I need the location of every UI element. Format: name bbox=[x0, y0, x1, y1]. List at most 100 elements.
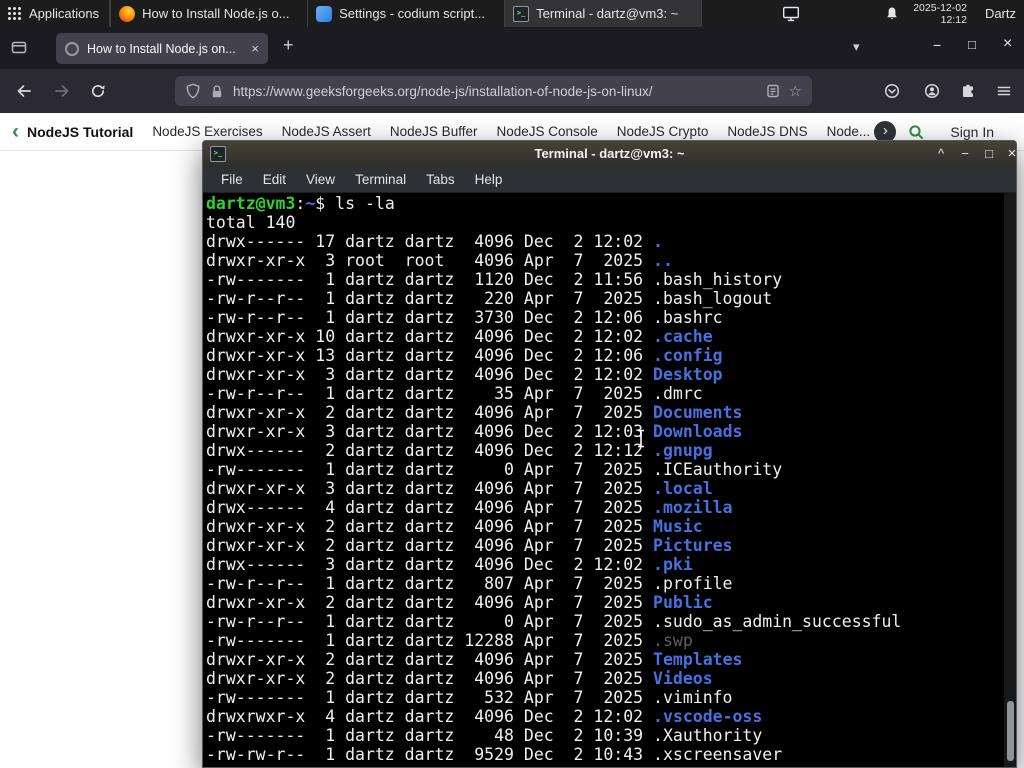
site-nav-link[interactable]: NodeJS Crypto bbox=[617, 124, 709, 139]
terminal-shade-button[interactable]: ^ bbox=[932, 141, 950, 167]
terminal-close-button[interactable]: × bbox=[1003, 141, 1021, 167]
terminal-text-segment: drwxr-xr-x 2 dartz dartz 4096 Apr 7 2025 bbox=[206, 536, 654, 555]
terminal-line: drwxr-xr-x 3 root root 4096 Apr 7 2025 .… bbox=[206, 251, 1003, 270]
terminal-minimize-button[interactable]: − bbox=[956, 141, 974, 167]
terminal-text-segment: drwxr-xr-x 13 dartz dartz 4096 Dec 2 12:… bbox=[206, 346, 654, 365]
terminal-text-segment: -rw-r--r-- 1 dartz dartz 3730 Dec 2 12:0… bbox=[206, 308, 723, 327]
terminal-text-segment: Templates bbox=[653, 650, 743, 669]
site-nav-link[interactable]: NodeJS Exercises bbox=[152, 124, 262, 139]
browser-minimize-button[interactable]: − bbox=[933, 37, 941, 53]
bookmark-star-icon[interactable]: ☆ bbox=[789, 82, 802, 100]
terminal-line: drwxr-xr-x 2 dartz dartz 4096 Apr 7 2025… bbox=[206, 536, 1003, 555]
forward-icon[interactable] bbox=[54, 83, 70, 99]
terminal-titlebar[interactable]: >_ Terminal - dartz@vm3: ~ ^ − □ × bbox=[203, 141, 1016, 167]
back-icon[interactable] bbox=[16, 83, 32, 99]
extensions-puzzle-icon[interactable] bbox=[960, 83, 976, 99]
site-nav-link[interactable]: NodeJS DNS bbox=[727, 124, 807, 139]
terminal-text-segment: Documents bbox=[653, 403, 743, 422]
display-tray-icon[interactable] bbox=[782, 6, 800, 22]
lock-icon[interactable] bbox=[209, 84, 225, 99]
taskbar-button-title: How to Install Node.js o... bbox=[142, 6, 290, 21]
terminal-menu-tabs[interactable]: Tabs bbox=[416, 172, 465, 187]
terminal-text-segment: -rw------- 1 dartz dartz 1120 Dec 2 11:5… bbox=[206, 270, 783, 289]
terminal-menubar: File Edit View Terminal Tabs Help bbox=[203, 167, 1016, 193]
terminal-output[interactable]: dartz@vm3:~$ ls -la total 140 drwx------ 1… bbox=[204, 193, 1003, 767]
browser-tab[interactable]: How to Install Node.js on... × bbox=[56, 33, 268, 64]
terminal-menu-edit[interactable]: Edit bbox=[253, 172, 296, 187]
terminal-line: -rw------- 1 dartz dartz 12288 Apr 7 202… bbox=[206, 631, 1003, 650]
terminal-text-segment: drwxr-xr-x 10 dartz dartz 4096 Dec 2 12:… bbox=[206, 327, 654, 346]
terminal-text-segment: drwx------ 2 dartz dartz 4096 Dec 2 12:1… bbox=[206, 441, 654, 460]
tab-favicon-icon bbox=[65, 41, 79, 56]
terminal-menu-view[interactable]: View bbox=[296, 172, 345, 187]
terminal-line: drwxr-xr-x 2 dartz dartz 4096 Apr 7 2025… bbox=[206, 669, 1003, 688]
terminal-title: Terminal - dartz@vm3: ~ bbox=[534, 146, 685, 161]
browser-maximize-button[interactable]: □ bbox=[968, 37, 976, 52]
terminal-maximize-button[interactable]: □ bbox=[980, 141, 998, 167]
terminal-text-segment: ~ bbox=[305, 194, 316, 213]
applications-menu-button[interactable]: Applications bbox=[0, 0, 109, 27]
applications-grid-icon bbox=[8, 7, 21, 20]
terminal-line: -rw------- 1 dartz dartz 532 Apr 7 2025 … bbox=[206, 688, 1003, 707]
sign-in-button[interactable]: Sign In bbox=[950, 124, 994, 140]
terminal-text-segment: .swp bbox=[653, 631, 693, 650]
terminal-text-segment: -rw------- 1 dartz dartz 12288 Apr 7 202… bbox=[206, 631, 654, 650]
taskbar-button-terminal[interactable]: >_ Terminal - dartz@vm3: ~ bbox=[504, 0, 702, 27]
taskbar-button-firefox[interactable]: How to Install Node.js o... bbox=[110, 0, 307, 27]
panel-username[interactable]: Dartz bbox=[985, 6, 1016, 21]
terminal-text-segment: : bbox=[295, 194, 306, 213]
terminal-text-segment: drwxr-xr-x 3 dartz dartz 4096 Dec 2 12:0… bbox=[206, 365, 654, 384]
terminal-scrollbar-thumb[interactable] bbox=[1007, 701, 1014, 761]
search-icon[interactable] bbox=[908, 124, 924, 140]
tab-close-icon[interactable]: × bbox=[251, 41, 259, 56]
account-icon[interactable] bbox=[924, 83, 940, 99]
terminal-text-segment: drwxr-xr-x 2 dartz dartz 4096 Apr 7 2025 bbox=[206, 517, 654, 536]
terminal-text-segment: drwxr-xr-x 2 dartz dartz 4096 Apr 7 2025 bbox=[206, 669, 654, 688]
terminal-text-segment: .cache bbox=[653, 327, 713, 346]
terminal-line: -rw-r--r-- 1 dartz dartz 35 Apr 7 2025 .… bbox=[206, 384, 1003, 403]
terminal-line: -rw-r--r-- 1 dartz dartz 0 Apr 7 2025 .s… bbox=[206, 612, 1003, 631]
terminal-line: -rw-rw-r-- 1 dartz dartz 9529 Dec 2 10:4… bbox=[206, 745, 1003, 764]
terminal-text-segment: -rw------- 1 dartz dartz 48 Dec 2 10:39 … bbox=[206, 726, 763, 745]
taskbar: How to Install Node.js o... Settings - co… bbox=[110, 0, 703, 27]
site-nav-link[interactable]: NodeJS Assert bbox=[282, 124, 371, 139]
firefox-view-icon[interactable] bbox=[10, 39, 28, 56]
terminal-line: drwx------ 3 dartz dartz 4096 Dec 2 12:0… bbox=[206, 555, 1003, 574]
site-nav-link[interactable]: NodeJS Buffer bbox=[390, 124, 478, 139]
terminal-line: -rw------- 1 dartz dartz 48 Dec 2 10:39 … bbox=[206, 726, 1003, 745]
reader-view-icon[interactable] bbox=[765, 83, 781, 99]
terminal-text-segment: .vscode-oss bbox=[653, 707, 763, 726]
panel-clock[interactable]: 2025-12-02 12:12 bbox=[913, 2, 967, 26]
terminal-line: drwx------ 17 dartz dartz 4096 Dec 2 12:… bbox=[206, 232, 1003, 251]
site-nav-link[interactable]: NodeJS Tutorial bbox=[27, 124, 133, 140]
url-text: https://www.geeksforgeeks.org/node-js/in… bbox=[233, 83, 653, 99]
menu-hamburger-icon[interactable] bbox=[996, 83, 1012, 99]
taskbar-button-codium[interactable]: Settings - codium script... bbox=[307, 0, 504, 27]
terminal-line: dartz@vm3:~$ ls -la bbox=[206, 194, 1003, 213]
terminal-menu-terminal[interactable]: Terminal bbox=[345, 172, 416, 187]
reload-icon[interactable] bbox=[90, 83, 106, 99]
list-all-tabs-icon[interactable]: ▾ bbox=[853, 39, 860, 55]
terminal-text-segment: $ ls -la bbox=[315, 194, 395, 213]
terminal-scrollbar[interactable] bbox=[1004, 193, 1016, 767]
pocket-icon[interactable] bbox=[884, 83, 900, 99]
terminal-menu-help[interactable]: Help bbox=[465, 172, 513, 187]
terminal-text-segment: -rw-r--r-- 1 dartz dartz 0 Apr 7 2025 .s… bbox=[206, 612, 902, 631]
terminal-text-segment: -rw------- 1 dartz dartz 532 Apr 7 2025 … bbox=[206, 688, 733, 707]
site-nav-link[interactable]: Node... bbox=[827, 124, 871, 139]
tracking-shield-icon[interactable] bbox=[185, 83, 201, 99]
terminal-line: drwxr-xr-x 2 dartz dartz 4096 Apr 7 2025… bbox=[206, 650, 1003, 669]
clock-time: 12:12 bbox=[940, 13, 967, 26]
terminal-text-segment: drwx------ 4 dartz dartz 4096 Apr 7 2025 bbox=[206, 498, 654, 517]
terminal-text-segment: Music bbox=[653, 517, 703, 536]
terminal-menu-file[interactable]: File bbox=[211, 172, 253, 187]
browser-close-button[interactable]: × bbox=[1003, 35, 1012, 53]
notification-bell-icon[interactable] bbox=[885, 6, 899, 21]
nav-scroll-left-icon[interactable]: ‹ bbox=[12, 120, 19, 144]
terminal-icon: >_ bbox=[513, 5, 530, 22]
new-tab-button[interactable]: + bbox=[283, 35, 294, 56]
terminal-line: drwxr-xr-x 2 dartz dartz 4096 Apr 7 2025… bbox=[206, 593, 1003, 612]
site-nav-link[interactable]: NodeJS Console bbox=[496, 124, 597, 139]
url-bar[interactable]: https://www.geeksforgeeks.org/node-js/in… bbox=[175, 76, 812, 106]
terminal-text-segment: drwx------ 3 dartz dartz 4096 Dec 2 12:0… bbox=[206, 555, 654, 574]
